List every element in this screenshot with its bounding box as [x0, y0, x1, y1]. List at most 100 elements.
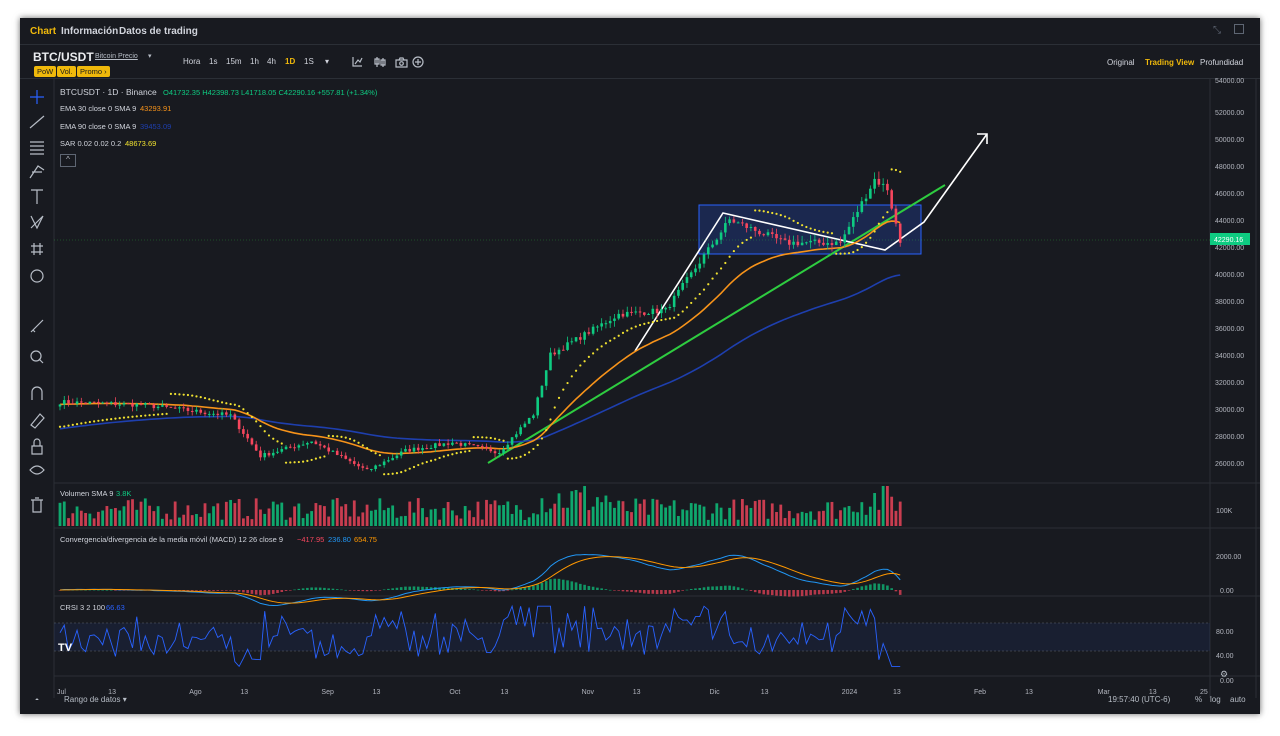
- sar-dot: [664, 318, 667, 321]
- sar-dot: [314, 457, 317, 460]
- pill-promo[interactable]: Promo ›: [77, 66, 110, 77]
- macd-hist-bar: [583, 584, 586, 590]
- macd-hist-bar: [203, 590, 207, 591]
- interval-1s[interactable]: 1s: [209, 57, 217, 66]
- macd-hist-bar: [259, 590, 262, 596]
- volume-bar: [732, 499, 736, 526]
- collapse-legend-button[interactable]: ^: [60, 154, 76, 167]
- candle-body: [788, 239, 791, 245]
- macd-hist-bar: [579, 583, 582, 590]
- view-tradingview[interactable]: Trading View: [1145, 58, 1194, 67]
- tab-chart[interactable]: Chart: [30, 26, 56, 37]
- candle-body: [92, 401, 96, 403]
- symbol-dropdown-icon[interactable]: ▾: [148, 52, 152, 60]
- macd-hist-bar: [327, 588, 330, 590]
- macd-hist-bar: [267, 590, 271, 595]
- expand-icon[interactable]: ⤡: [1213, 25, 1221, 36]
- candle-body: [510, 437, 514, 445]
- candle-body: [195, 409, 198, 412]
- interval-1w[interactable]: 1S: [304, 57, 314, 66]
- view-profundidad[interactable]: Profundidad: [1200, 58, 1243, 67]
- sar-dot: [869, 236, 872, 239]
- volume-bar: [775, 512, 778, 526]
- macd-hist-bar: [378, 590, 382, 591]
- candle-body: [246, 433, 249, 439]
- macd-hist-bar: [894, 590, 898, 592]
- macd-hist-bar: [399, 587, 403, 590]
- candle-body: [374, 465, 377, 470]
- candle-body: [67, 400, 70, 404]
- sar-dot: [472, 436, 475, 439]
- settings-gear-icon[interactable]: ⚙: [1220, 669, 1228, 680]
- volume-bar: [276, 504, 279, 526]
- volume-bar: [442, 508, 446, 526]
- candle-body: [813, 239, 817, 241]
- sar-dot: [408, 467, 411, 470]
- sar-dot: [528, 451, 531, 454]
- candle-body: [335, 450, 339, 456]
- ytick-label: 32000.00: [1215, 380, 1244, 387]
- sar-dot: [502, 439, 505, 442]
- tab-informacion[interactable]: Información: [61, 26, 118, 37]
- interval-4h[interactable]: 4h: [267, 57, 276, 66]
- macd-hist-bar: [864, 585, 868, 590]
- macd-hist-bar: [881, 584, 885, 590]
- candle-body: [890, 190, 893, 209]
- volume-bar: [591, 506, 595, 526]
- tab-datos-trading[interactable]: Datos de trading: [119, 26, 198, 37]
- macd-hist-bar: [886, 585, 889, 590]
- window-icon[interactable]: [1234, 24, 1244, 34]
- pill-vol[interactable]: Vol.: [57, 66, 76, 77]
- candle-body: [387, 460, 390, 462]
- candle-body: [728, 219, 731, 224]
- candle-body: [809, 240, 812, 243]
- macd-hist-bar: [728, 585, 731, 590]
- macd-hist-bar: [485, 590, 488, 591]
- volume-bar: [647, 514, 650, 526]
- interval-hora[interactable]: Hora: [183, 57, 200, 66]
- candle-body: [161, 405, 164, 407]
- sar-dot: [830, 232, 834, 235]
- sar-dot: [839, 252, 842, 255]
- ytick-label: 34000.00: [1215, 353, 1244, 360]
- sar-dot: [203, 396, 207, 400]
- indicators-icon: [352, 57, 363, 67]
- interval-1d[interactable]: 1D: [285, 57, 295, 66]
- candle-body: [706, 247, 710, 255]
- symbol-pair[interactable]: BTC/USDT: [33, 50, 94, 64]
- volume-group: [58, 486, 902, 526]
- interval-15m[interactable]: 15m: [226, 57, 242, 66]
- percent-toggle[interactable]: %: [1195, 695, 1202, 704]
- candle-body: [894, 208, 898, 224]
- candle-body: [190, 410, 194, 412]
- date-range-button[interactable]: Rango de datos ▾: [64, 695, 127, 704]
- candle-body: [84, 402, 87, 404]
- sar-dot: [88, 420, 91, 424]
- auto-toggle[interactable]: auto: [1230, 695, 1246, 704]
- volume-bar: [182, 514, 186, 526]
- macd-hist-bar: [344, 589, 348, 591]
- interval-more[interactable]: ▾: [325, 57, 329, 66]
- candle-body: [532, 415, 535, 418]
- ytick-label: 38000.00: [1215, 299, 1244, 306]
- sar-dot: [852, 251, 855, 254]
- legend-volume-value: 3.8K: [116, 489, 132, 498]
- volume-bar: [868, 506, 872, 526]
- volume-bar: [305, 513, 309, 526]
- sar-dot: [570, 375, 573, 378]
- candle-body: [527, 417, 531, 424]
- macd-hist-bar: [199, 590, 203, 591]
- chart-canvas[interactable]: 26000.00 28000.00 30000.00 32000.00 34000.00…: [20, 78, 1260, 698]
- volume-bar: [463, 506, 467, 526]
- symbol-link[interactable]: Bitcoin Precio: [95, 53, 138, 60]
- interval-1h[interactable]: 1h: [250, 57, 259, 66]
- sar-dot: [442, 455, 445, 458]
- log-toggle[interactable]: log: [1210, 695, 1221, 704]
- view-original[interactable]: Original: [1107, 58, 1135, 67]
- sar-dot: [105, 418, 109, 421]
- macd-hist-bar: [472, 589, 476, 591]
- macd-hist-bar: [404, 586, 407, 590]
- volume-bar: [254, 498, 258, 526]
- sar-dot: [493, 437, 497, 440]
- pill-pow[interactable]: PoW: [34, 66, 57, 77]
